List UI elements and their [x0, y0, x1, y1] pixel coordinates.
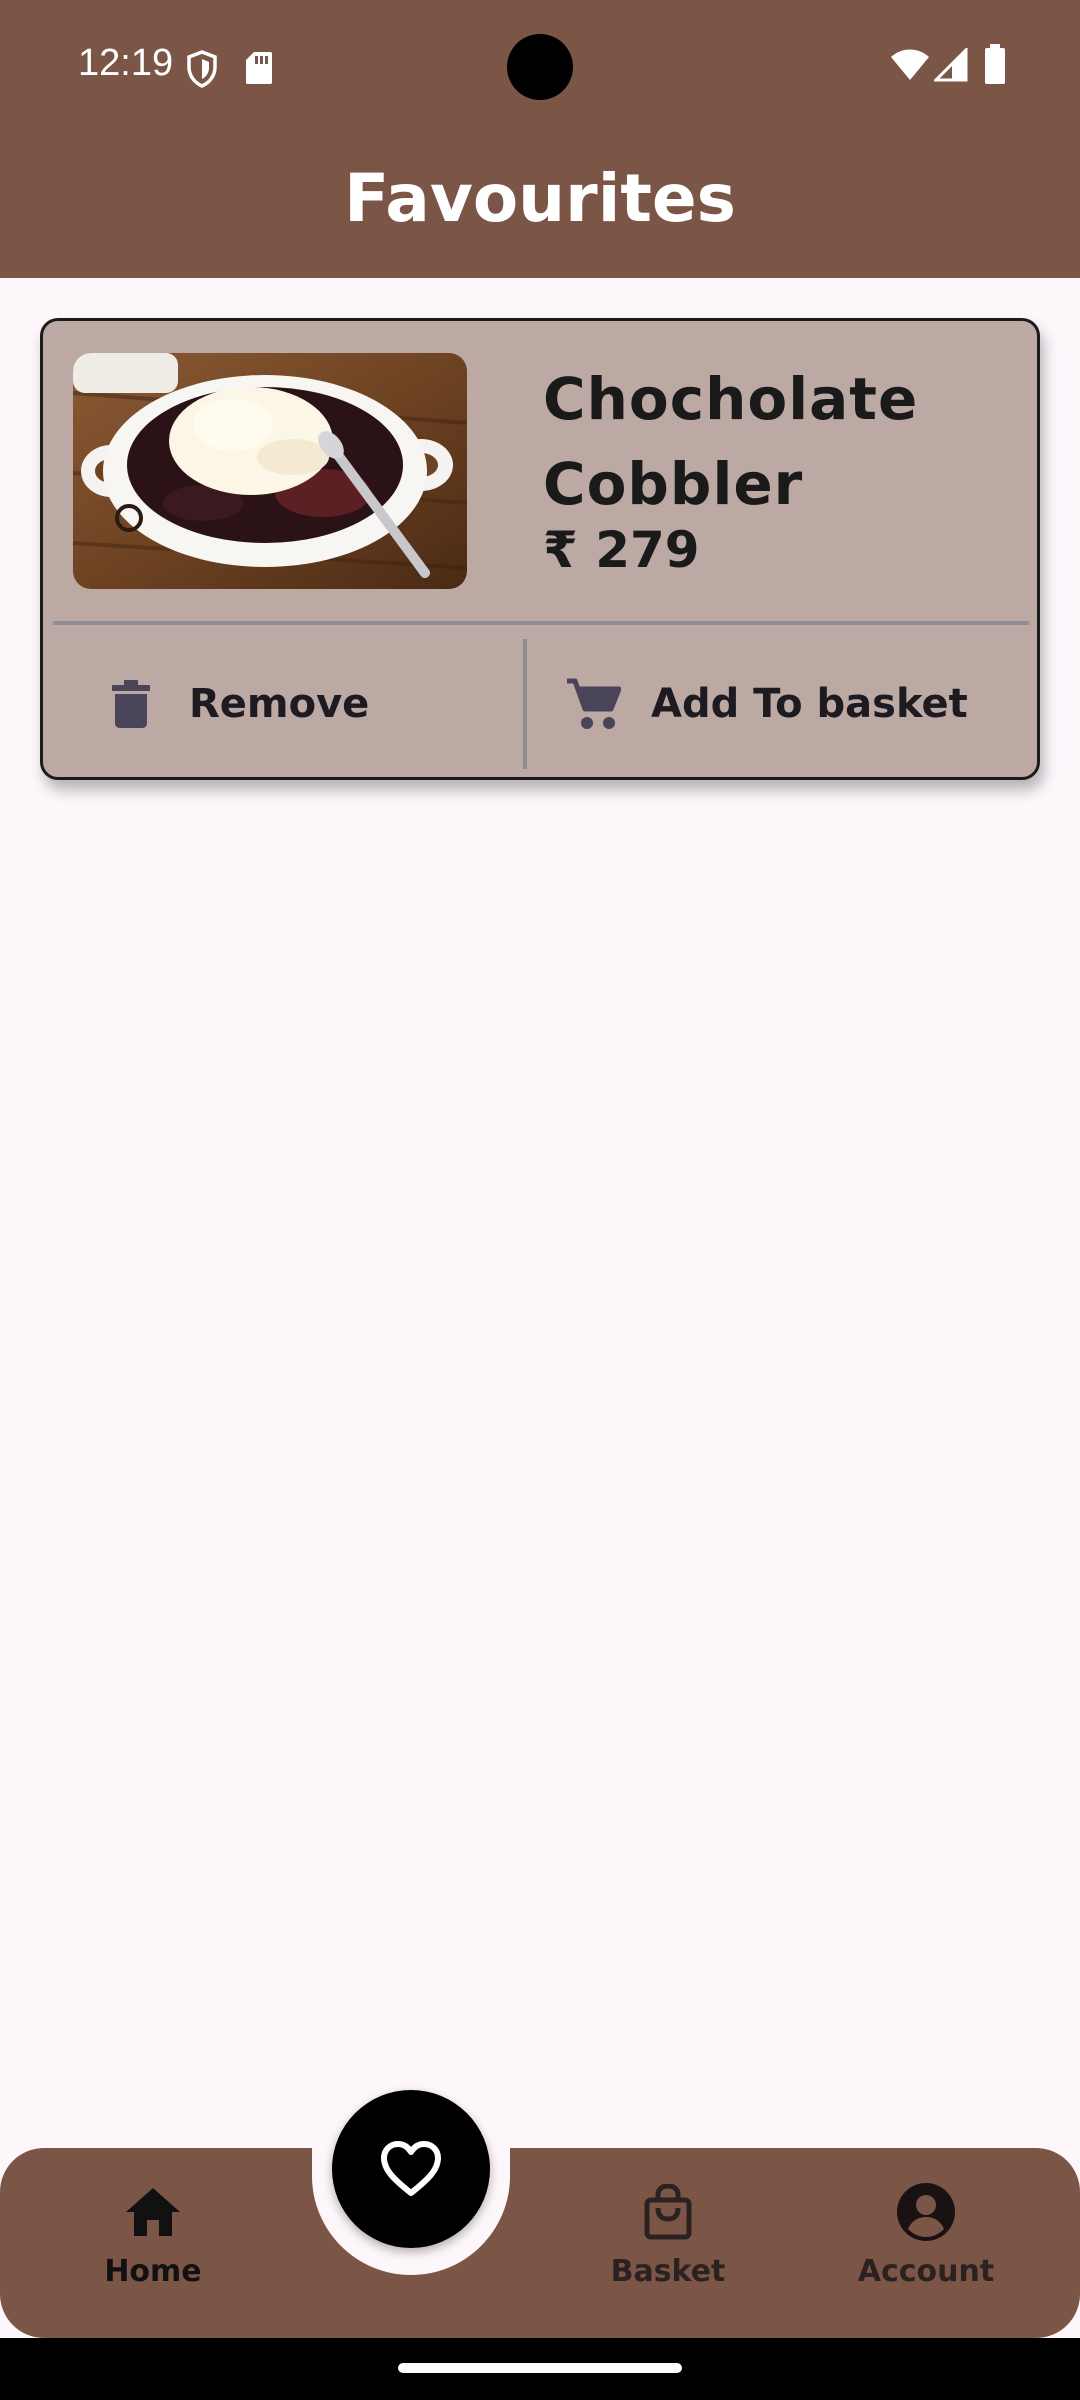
nav-label-home: Home — [104, 2254, 202, 2289]
shield-icon — [187, 50, 217, 88]
remove-button[interactable]: Remove — [63, 639, 523, 769]
add-to-basket-button[interactable]: Add To basket — [543, 639, 1023, 769]
nav-item-account[interactable]: Account — [816, 2180, 1036, 2310]
home-icon — [121, 2180, 185, 2244]
nav-label-account: Account — [857, 2254, 995, 2289]
sd-card-icon — [246, 52, 272, 84]
favourite-card: Chocholate Cobbler ₹ 279 Remove Add To b… — [40, 318, 1040, 780]
favourites-fab[interactable] — [332, 2090, 490, 2248]
battery-icon — [985, 44, 1005, 84]
status-time: 12:19 — [78, 42, 174, 84]
heart-icon — [381, 2141, 441, 2196]
card-divider — [53, 621, 1029, 625]
delete-icon — [101, 674, 161, 734]
page-title: Favourites — [344, 160, 736, 237]
item-price: ₹ 279 — [543, 521, 700, 579]
remove-label: Remove — [189, 681, 370, 727]
add-to-basket-label: Add To basket — [651, 681, 968, 727]
nav-item-home[interactable]: Home — [43, 2180, 263, 2310]
account-circle-icon — [894, 2180, 958, 2244]
food-image — [73, 353, 467, 589]
wifi-icon — [891, 49, 929, 80]
action-divider — [523, 639, 527, 769]
app-bar: 12:19 Favourites — [0, 0, 1080, 278]
cart-icon — [563, 674, 623, 734]
nav-item-basket[interactable]: Basket — [558, 2180, 778, 2310]
front-camera — [507, 34, 573, 100]
item-name: Chocholate Cobbler — [543, 365, 919, 518]
nav-label-basket: Basket — [610, 2254, 726, 2289]
cellular-signal-icon — [934, 48, 968, 82]
shopping-bag-icon — [636, 2180, 700, 2244]
gesture-handle[interactable] — [398, 2363, 682, 2373]
